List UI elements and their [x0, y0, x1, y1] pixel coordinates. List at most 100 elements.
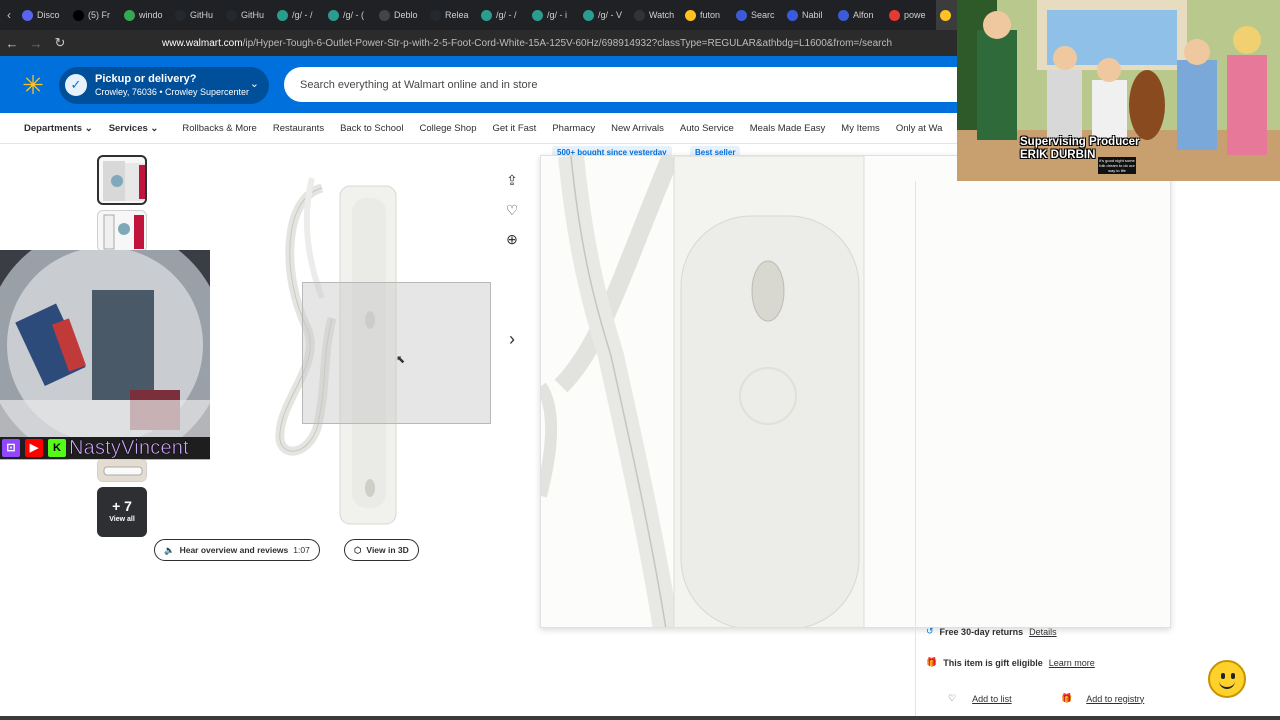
- nav-new-arrivals[interactable]: New Arrivals: [603, 123, 672, 134]
- pickup-delivery-button[interactable]: ✓ Pickup or delivery? Crowley, 76036 • C…: [59, 67, 269, 104]
- nav-get-it-fast[interactable]: Get it Fast: [485, 123, 545, 134]
- browser-tab[interactable]: /g/ - V: [579, 0, 630, 30]
- zoom-in-icon[interactable]: ⊕: [499, 227, 525, 251]
- next-image-chevron-icon[interactable]: ›: [499, 327, 525, 351]
- view-all-images-button[interactable]: + 7 View all: [97, 487, 147, 537]
- browser-tab[interactable]: Disco: [18, 0, 69, 30]
- taskbar-edge: [0, 716, 1280, 720]
- thumbnail-cord[interactable]: [97, 458, 147, 482]
- hear-overview-button[interactable]: 🔈 Hear overview and reviews 1:07: [154, 539, 320, 561]
- browser-tab-label: Searc: [751, 10, 775, 20]
- url-path: /ip/Hyper-Tough-6-Outlet-Power-Str-p-wit…: [242, 37, 893, 49]
- nav-restaurants[interactable]: Restaurants: [265, 123, 332, 134]
- nav-rollbacks[interactable]: Rollbacks & More: [174, 123, 264, 134]
- board-icon: [277, 9, 288, 21]
- cord-closeup-thumb: [98, 459, 146, 481]
- browser-tab[interactable]: Searc: [732, 0, 783, 30]
- browser-tab-label: Nabil: [802, 10, 823, 20]
- browser-tab[interactable]: /g/ - (: [324, 0, 375, 30]
- browser-tab-label: /g/ - V: [598, 10, 623, 20]
- board-icon: [583, 9, 594, 21]
- returns-details-link[interactable]: Details: [1029, 627, 1057, 637]
- browser-tab[interactable]: Watch: [630, 0, 681, 30]
- tv-show-overlay: Supervising Producer ERIK DURBIN it's go…: [957, 0, 1280, 181]
- webcam-fisheye-image: [0, 250, 210, 460]
- streamer-name: NastyVincent: [69, 436, 189, 459]
- back-icon[interactable]: ←: [0, 36, 24, 51]
- thumbnail-1[interactable]: [97, 155, 147, 205]
- url-host: www.walmart.com: [162, 37, 243, 49]
- browser-tab[interactable]: powe: [885, 0, 936, 30]
- nav-only-at-walmart[interactable]: Only at Wa: [888, 123, 951, 134]
- nav-meals-made-easy[interactable]: Meals Made Easy: [742, 123, 834, 134]
- returns-row: ↺ Free 30-day returns Details: [926, 626, 1057, 637]
- c-icon: [787, 9, 798, 21]
- cartoon-scene-image: [957, 0, 1280, 181]
- kick-icon: K: [48, 439, 66, 457]
- view-in-3d-button[interactable]: ⬡ View in 3D: [344, 539, 419, 561]
- nav-my-items[interactable]: My Items: [833, 123, 888, 134]
- share-icon[interactable]: ⇪: [499, 168, 525, 192]
- pickup-location: Crowley, 76036 • Crowley Supercenter: [95, 87, 250, 97]
- nav-college-shop[interactable]: College Shop: [411, 123, 484, 134]
- browser-tab-label: powe: [904, 10, 926, 20]
- webcam-overlay: [0, 250, 210, 460]
- tab-scroll-left-icon[interactable]: ‹: [0, 8, 18, 22]
- add-to-list-label: Add to list: [972, 693, 1012, 704]
- walmart-spark-logo-icon[interactable]: ✳: [20, 72, 46, 98]
- gift-learn-more-link[interactable]: Learn more: [1049, 658, 1095, 668]
- github-icon: [226, 9, 237, 21]
- browser-tab[interactable]: GitHu: [222, 0, 273, 30]
- departments-label: Departments: [24, 122, 83, 134]
- browser-tab-label: Watch: [649, 10, 675, 20]
- page-icon: [379, 9, 390, 21]
- browser-tab-label: (5) Fr: [88, 10, 110, 20]
- forward-icon[interactable]: →: [24, 36, 48, 51]
- add-to-list-link[interactable]: ♡ Add to list: [948, 693, 1012, 704]
- browser-tab[interactable]: (5) Fr: [69, 0, 120, 30]
- browser-tab[interactable]: Relea: [426, 0, 477, 30]
- browser-tab[interactable]: futon: [681, 0, 732, 30]
- browser-tab-label: Deblo: [394, 10, 418, 20]
- youtube-icon: ▶: [25, 439, 43, 457]
- thumbnail-2[interactable]: [97, 210, 147, 252]
- walmart-icon: [685, 9, 696, 21]
- browser-tab[interactable]: Nabil: [783, 0, 834, 30]
- departments-menu[interactable]: Departments ⌄: [0, 123, 101, 134]
- search-input[interactable]: Search everything at Walmart online and …: [284, 67, 984, 102]
- x-icon: [73, 9, 84, 21]
- github-icon: [175, 9, 186, 21]
- heart-outline-icon: ♡: [948, 693, 957, 703]
- tv-caption: it's good night some folk dream to do ou…: [1098, 157, 1136, 174]
- gift-icon: 🎁: [926, 657, 938, 667]
- nav-back-to-school[interactable]: Back to School: [332, 123, 411, 134]
- url-field[interactable]: www.walmart.com/ip/Hyper-Tough-6-Outlet-…: [162, 38, 892, 49]
- services-menu[interactable]: Services ⌄: [101, 123, 167, 134]
- browser-tab-label: Relea: [445, 10, 469, 20]
- browser-tab[interactable]: GitHu: [171, 0, 222, 30]
- browser-tab[interactable]: /g/ - i: [528, 0, 579, 30]
- browser-tab[interactable]: /g/ - /: [273, 0, 324, 30]
- chrome-icon: [124, 9, 135, 21]
- nav-pharmacy[interactable]: Pharmacy: [544, 123, 603, 134]
- gift-label: This item is gift eligible: [943, 657, 1043, 668]
- nav-auto-service[interactable]: Auto Service: [672, 123, 742, 134]
- browser-tab-label: futon: [700, 10, 721, 20]
- hear-overview-label: Hear overview and reviews: [179, 545, 289, 555]
- browser-tab[interactable]: Alfon: [834, 0, 885, 30]
- feedback-smiley-icon[interactable]: [1208, 660, 1246, 698]
- smiley-mouth: [1219, 681, 1235, 689]
- view-3d-label: View in 3D: [366, 545, 409, 555]
- browser-tab[interactable]: Deblo: [375, 0, 426, 30]
- streamer-tag: ⊡ ▶ K NastyVincent: [0, 436, 210, 459]
- favorite-heart-icon[interactable]: ♡: [499, 198, 525, 222]
- add-to-registry-link[interactable]: 🎁 Add to registry: [1061, 693, 1144, 704]
- browser-tab[interactable]: /g/ - /: [477, 0, 528, 30]
- tv-credit-role: Supervising Producer: [1020, 136, 1140, 148]
- github-icon: [430, 9, 441, 21]
- browser-tab-label: Alfon: [853, 10, 874, 20]
- reload-icon[interactable]: ↻: [48, 35, 72, 51]
- browser-tab[interactable]: windo: [120, 0, 171, 30]
- pickup-icon: ✓: [65, 74, 87, 96]
- power-strip-pack-thumb: [103, 214, 144, 250]
